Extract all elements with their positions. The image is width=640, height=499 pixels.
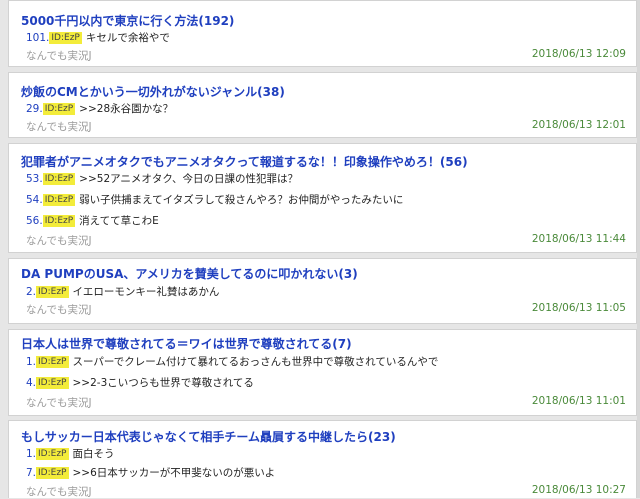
reply-number[interactable]: 56. <box>26 215 43 227</box>
board-name[interactable]: なんでも実況J <box>26 395 92 410</box>
reply-row[interactable]: 101. ID:EzP キセルで余裕やで <box>26 30 170 45</box>
thread-card: 炒飯のCMとかいう一切外れがないジャンル(38) 29. ID:EzP >>28… <box>8 72 637 138</box>
thread-feed: 5000千円以内で東京に行く方法(192) 101. ID:EzP キセルで余裕… <box>0 0 640 498</box>
user-id-tag: ID:EzP <box>42 214 76 227</box>
thread-title-link[interactable]: 日本人は世界で尊敬されてる＝ワイは世界で尊敬されてる(7) <box>21 335 352 352</box>
reply-text: 消えてて草こわE <box>79 215 159 227</box>
user-id-tag: ID:EzP <box>36 376 69 389</box>
reply-number[interactable]: 7. <box>26 467 36 479</box>
timestamp: 2018/06/13 11:01 <box>531 395 626 407</box>
reply-text: 面白そう <box>72 448 115 460</box>
reply-text: >>52アニメオタク、今日の日課の性犯罪は？ <box>79 173 298 185</box>
reply-number[interactable]: 4. <box>26 377 36 389</box>
thread-title-link[interactable]: 炒飯のCMとかいう一切外れがないジャンル(38) <box>21 83 285 100</box>
timestamp: 2018/06/13 12:09 <box>531 48 626 60</box>
user-id-tag: ID:EzP <box>42 172 76 185</box>
reply-text: >>28永谷園かな？ <box>79 103 174 115</box>
reply-number[interactable]: 1. <box>26 356 36 368</box>
user-id-tag: ID:EzP <box>49 31 82 44</box>
reply-row[interactable]: 54. ID:EzP 弱い子供捕まえてイタズラして殺さんやろ？お仲間がやったみた… <box>26 192 403 207</box>
reply-row[interactable]: 4. ID:EzP >>2-3こいつらも世界で尊敬されてる <box>26 375 254 390</box>
reply-text: >>6日本サッカーが不甲斐ないのが悪いよ <box>72 467 276 479</box>
reply-row[interactable]: 1. ID:EzP スーパーでクレーム付けて暴れてるおっさんも世界中で尊敬されて… <box>26 354 438 369</box>
user-id-tag: ID:EzP <box>36 466 69 479</box>
user-id-tag: ID:EzP <box>42 102 76 115</box>
thread-card: 犯罪者がアニメオタクでもアニメオタクって報道するな！！印象操作やめろ！(56) … <box>8 143 637 253</box>
reply-number[interactable]: 53. <box>26 173 43 185</box>
board-name[interactable]: なんでも実況J <box>26 48 92 63</box>
reply-row[interactable]: 1. ID:EzP 面白そう <box>26 446 115 461</box>
reply-text: 弱い子供捕まえてイタズラして殺さんやろ？お仲間がやったみたいに <box>79 194 404 206</box>
reply-number[interactable]: 54. <box>26 194 43 206</box>
reply-number[interactable]: 1. <box>26 448 36 460</box>
user-id-tag: ID:EzP <box>42 193 76 206</box>
reply-row[interactable]: 2. ID:EzP イエローモンキー礼賛はあかん <box>26 284 219 299</box>
reply-row[interactable]: 53. ID:EzP >>52アニメオタク、今日の日課の性犯罪は？ <box>26 171 298 186</box>
reply-number[interactable]: 29. <box>26 103 43 115</box>
thread-card: DA PUMPのUSA、アメリカを賛美してるのに叩かれない(3) 2. ID:E… <box>8 258 637 324</box>
reply-row[interactable]: 7. ID:EzP >>6日本サッカーが不甲斐ないのが悪いよ <box>26 465 275 480</box>
thread-title-link[interactable]: DA PUMPのUSA、アメリカを賛美してるのに叩かれない(3) <box>21 265 358 282</box>
reply-row[interactable]: 56. ID:EzP 消えてて草こわE <box>26 213 159 228</box>
thread-card: 5000千円以内で東京に行く方法(192) 101. ID:EzP キセルで余裕… <box>8 0 637 67</box>
thread-title-link[interactable]: 犯罪者がアニメオタクでもアニメオタクって報道するな！！印象操作やめろ！(56) <box>21 153 468 170</box>
timestamp: 2018/06/13 10:27 <box>531 484 626 496</box>
timestamp: 2018/06/13 11:05 <box>531 302 626 314</box>
reply-row[interactable]: 29. ID:EzP >>28永谷園かな？ <box>26 101 173 116</box>
reply-number[interactable]: 101. <box>26 32 49 44</box>
reply-text: >>2-3こいつらも世界で尊敬されてる <box>72 377 254 389</box>
reply-text: イエローモンキー礼賛はあかん <box>72 286 220 298</box>
board-name[interactable]: なんでも実況J <box>26 484 92 499</box>
board-name[interactable]: なんでも実況J <box>26 119 92 134</box>
reply-text: キセルで余裕やで <box>85 32 170 44</box>
user-id-tag: ID:EzP <box>36 285 69 298</box>
board-name[interactable]: なんでも実況J <box>26 233 92 248</box>
thread-card: もしサッカー日本代表じゃなくて相手チーム贔屓する中継したら(23) 1. ID:… <box>8 420 637 498</box>
thread-title-link[interactable]: もしサッカー日本代表じゃなくて相手チーム贔屓する中継したら(23) <box>21 428 396 445</box>
timestamp: 2018/06/13 11:44 <box>531 233 626 245</box>
reply-text: スーパーでクレーム付けて暴れてるおっさんも世界中で尊敬されているんやで <box>72 356 439 368</box>
user-id-tag: ID:EzP <box>36 447 69 460</box>
thread-title-link[interactable]: 5000千円以内で東京に行く方法(192) <box>21 12 234 29</box>
user-id-tag: ID:EzP <box>36 355 69 368</box>
reply-number[interactable]: 2. <box>26 286 36 298</box>
board-name[interactable]: なんでも実況J <box>26 302 92 317</box>
timestamp: 2018/06/13 12:01 <box>531 119 626 131</box>
thread-card: 日本人は世界で尊敬されてる＝ワイは世界で尊敬されてる(7) 1. ID:EzP … <box>8 329 637 416</box>
